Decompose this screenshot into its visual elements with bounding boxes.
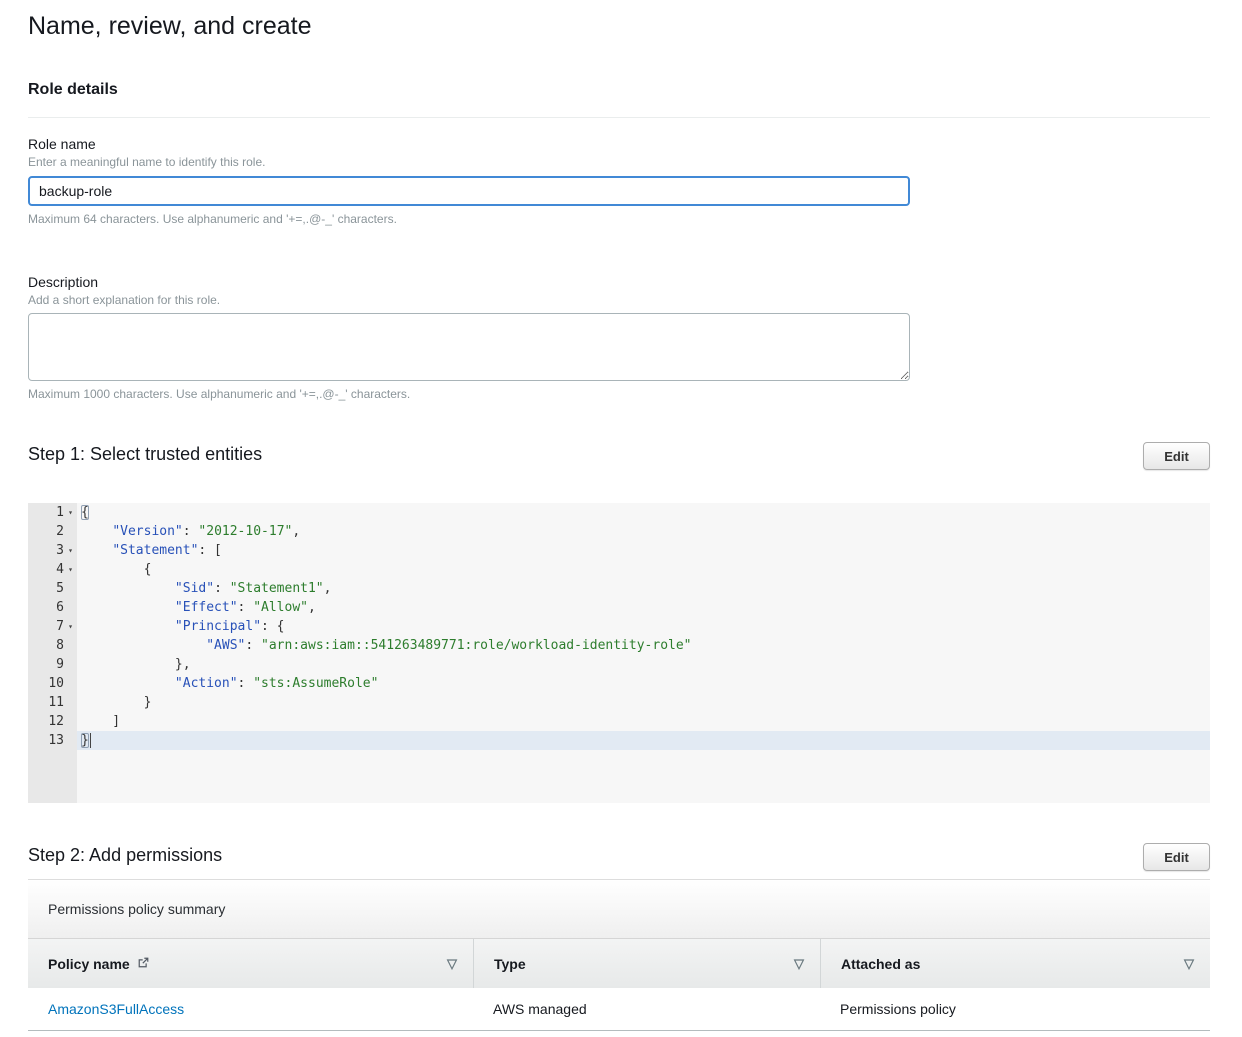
editor-code-line[interactable]: } <box>77 693 1210 712</box>
description-label: Description <box>28 273 1210 291</box>
fold-spacer <box>64 636 77 655</box>
column-label: Policy name <box>48 956 130 972</box>
description-constraint: Maximum 1000 characters. Use alphanumeri… <box>28 387 1210 402</box>
editor-code-line[interactable]: }, <box>77 655 1210 674</box>
editor-code-line[interactable]: "Effect": "Allow", <box>77 598 1210 617</box>
editor-line-number: 5 <box>28 579 77 598</box>
description-textarea[interactable] <box>28 313 910 381</box>
edit-permissions-button[interactable]: Edit <box>1143 843 1210 871</box>
editor-line-number: 7▾ <box>28 617 77 636</box>
column-header-policy-name: Policy name ▽ <box>28 939 473 988</box>
fold-spacer <box>64 655 77 674</box>
fold-spacer <box>64 712 77 731</box>
policy-name-cell: AmazonS3FullAccess <box>28 1001 473 1017</box>
editor-code-line[interactable]: "AWS": "arn:aws:iam::541263489771:role/w… <box>77 636 1210 655</box>
role-details-divider <box>28 117 1210 118</box>
permissions-policy-summary-header: Permissions policy summary <box>28 879 1210 938</box>
editor-code-line[interactable]: ] <box>77 712 1210 731</box>
editor-caret <box>90 733 91 748</box>
editor-code-line[interactable]: "Statement": [ <box>77 541 1210 560</box>
fold-spacer <box>64 598 77 617</box>
column-label: Attached as <box>841 956 920 972</box>
filter-triangle-icon[interactable]: ▽ <box>1184 957 1194 970</box>
filter-triangle-icon[interactable]: ▽ <box>447 957 457 970</box>
step2-heading: Step 2: Add permissions <box>28 843 222 867</box>
editor-code-line[interactable]: "Version": "2012-10-17", <box>77 522 1210 541</box>
fold-spacer <box>64 674 77 693</box>
role-name-help: Enter a meaningful name to identify this… <box>28 155 1210 170</box>
description-help: Add a short explanation for this role. <box>28 293 1210 308</box>
name-review-create-page: Name, review, and create Role details Ro… <box>0 0 1242 1031</box>
editor-line-number: 12 <box>28 712 77 731</box>
permissions-table-header: Policy name ▽ Type ▽ Attached as ▽ <box>28 938 1210 988</box>
editor-code-line[interactable]: "Action": "sts:AssumeRole" <box>77 674 1210 693</box>
editor-line-number: 11 <box>28 693 77 712</box>
fold-arrow-icon[interactable]: ▾ <box>64 617 77 636</box>
permissions-panel-title: Permissions policy summary <box>48 901 225 917</box>
page-title: Name, review, and create <box>28 10 1210 42</box>
fold-spacer <box>64 731 77 750</box>
editor-gutter: 1▾23▾4▾567▾8910111213 <box>28 503 77 803</box>
role-name-constraint: Maximum 64 characters. Use alphanumeric … <box>28 212 1210 227</box>
attached-as-cell: Permissions policy <box>820 1001 1210 1017</box>
policy-name-link[interactable]: AmazonS3FullAccess <box>48 1001 184 1017</box>
permissions-table-body: AmazonS3FullAccess AWS managedPermissions… <box>28 988 1210 1031</box>
role-details-heading: Role details <box>28 80 1210 100</box>
editor-line-number: 13 <box>28 731 77 750</box>
fold-spacer <box>64 579 77 598</box>
external-link-icon <box>137 956 150 972</box>
policy-type-cell: AWS managed <box>473 1001 820 1017</box>
role-name-input[interactable] <box>28 176 910 206</box>
role-name-label: Role name <box>28 135 1210 153</box>
editor-code-line[interactable]: { <box>77 560 1210 579</box>
fold-arrow-icon[interactable]: ▾ <box>64 560 77 579</box>
table-row: AmazonS3FullAccess AWS managedPermissions… <box>28 988 1210 1031</box>
trust-policy-json-editor[interactable]: 1▾23▾4▾567▾8910111213 { "Version": "2012… <box>28 503 1210 803</box>
step1-heading: Step 1: Select trusted entities <box>28 442 262 466</box>
fold-spacer <box>64 693 77 712</box>
editor-code-line[interactable]: "Sid": "Statement1", <box>77 579 1210 598</box>
editor-line-number: 4▾ <box>28 560 77 579</box>
editor-line-number: 9 <box>28 655 77 674</box>
editor-code: { "Version": "2012-10-17", "Statement": … <box>77 503 1210 803</box>
editor-line-number: 6 <box>28 598 77 617</box>
editor-code-line[interactable]: { <box>77 503 1210 522</box>
editor-line-number: 8 <box>28 636 77 655</box>
edit-trusted-entities-button[interactable]: Edit <box>1143 442 1210 470</box>
filter-triangle-icon[interactable]: ▽ <box>794 957 804 970</box>
editor-code-line[interactable]: } <box>77 731 1210 750</box>
editor-line-number: 3▾ <box>28 541 77 560</box>
fold-arrow-icon[interactable]: ▾ <box>64 541 77 560</box>
fold-spacer <box>64 522 77 541</box>
editor-line-number: 1▾ <box>28 503 77 522</box>
fold-arrow-icon[interactable]: ▾ <box>64 503 77 522</box>
editor-line-number: 2 <box>28 522 77 541</box>
column-header-attached-as: Attached as ▽ <box>820 939 1210 988</box>
column-header-type: Type ▽ <box>473 939 820 988</box>
editor-code-line[interactable]: "Principal": { <box>77 617 1210 636</box>
editor-line-number: 10 <box>28 674 77 693</box>
column-label: Type <box>494 956 526 972</box>
